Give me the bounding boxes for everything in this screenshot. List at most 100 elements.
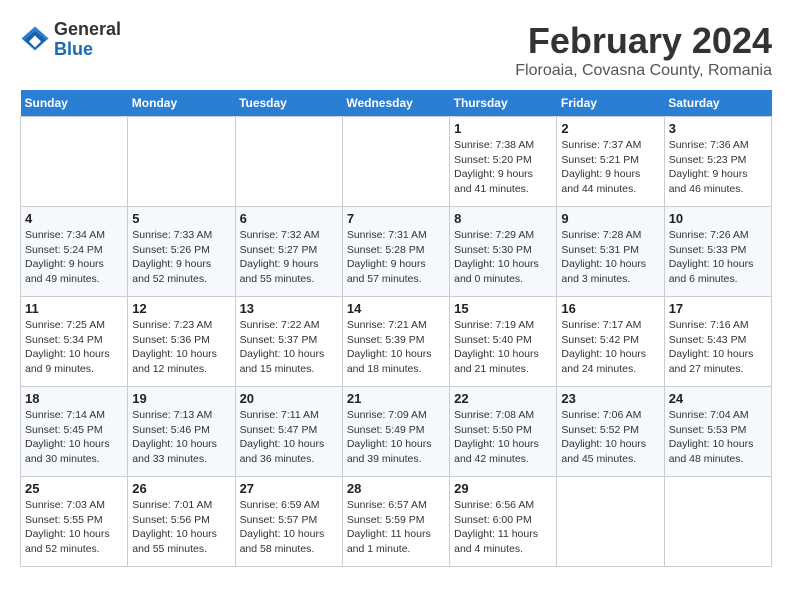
calendar-cell: 25 Sunrise: 7:03 AMSunset: 5:55 PMDayligh… xyxy=(21,477,128,567)
calendar-cell: 1 Sunrise: 7:38 AMSunset: 5:20 PMDaylight… xyxy=(450,117,557,207)
calendar-cell: 16 Sunrise: 7:17 AMSunset: 5:42 PMDayligh… xyxy=(557,297,664,387)
weekday-header-row: SundayMondayTuesdayWednesdayThursdayFrid… xyxy=(21,90,772,117)
calendar-cell: 7 Sunrise: 7:31 AMSunset: 5:28 PMDaylight… xyxy=(342,207,449,297)
weekday-header-sunday: Sunday xyxy=(21,90,128,117)
day-number: 17 xyxy=(669,301,767,316)
calendar-table: SundayMondayTuesdayWednesdayThursdayFrid… xyxy=(20,90,772,567)
day-number: 23 xyxy=(561,391,659,406)
location-title: Floroaia, Covasna County, Romania xyxy=(515,62,772,80)
day-info: Sunrise: 7:31 AMSunset: 5:28 PMDaylight:… xyxy=(347,228,445,287)
day-info: Sunrise: 7:01 AMSunset: 5:56 PMDaylight:… xyxy=(132,498,230,557)
calendar-cell xyxy=(235,117,342,207)
weekday-header-tuesday: Tuesday xyxy=(235,90,342,117)
calendar-cell xyxy=(128,117,235,207)
calendar-cell: 10 Sunrise: 7:26 AMSunset: 5:33 PMDayligh… xyxy=(664,207,771,297)
day-number: 3 xyxy=(669,121,767,136)
logo: General Blue xyxy=(20,20,121,60)
calendar-cell: 23 Sunrise: 7:06 AMSunset: 5:52 PMDayligh… xyxy=(557,387,664,477)
logo-icon xyxy=(20,25,50,55)
calendar-cell: 4 Sunrise: 7:34 AMSunset: 5:24 PMDaylight… xyxy=(21,207,128,297)
day-info: Sunrise: 7:32 AMSunset: 5:27 PMDaylight:… xyxy=(240,228,338,287)
calendar-week-row: 18Sunrise: 7:14 AMSunset: 5:45 PMDayligh… xyxy=(21,387,772,477)
day-info: Sunrise: 7:11 AMSunset: 5:47 PMDaylight:… xyxy=(240,408,338,467)
day-number: 22 xyxy=(454,391,552,406)
calendar-week-row: 25 Sunrise: 7:03 AMSunset: 5:55 PMDayligh… xyxy=(21,477,772,567)
day-number: 27 xyxy=(240,481,338,496)
day-number: 12 xyxy=(132,301,230,316)
calendar-cell: 29Sunrise: 6:56 AMSunset: 6:00 PMDayligh… xyxy=(450,477,557,567)
header: General Blue February 2024 Floroaia, Cov… xyxy=(20,20,772,80)
day-number: 1 xyxy=(454,121,552,136)
calendar-cell: 17 Sunrise: 7:16 AMSunset: 5:43 PMDayligh… xyxy=(664,297,771,387)
weekday-header-wednesday: Wednesday xyxy=(342,90,449,117)
day-info: Sunrise: 7:38 AMSunset: 5:20 PMDaylight:… xyxy=(454,138,552,197)
day-number: 11 xyxy=(25,301,123,316)
day-number: 24 xyxy=(669,391,767,406)
calendar-cell: 8Sunrise: 7:29 AMSunset: 5:30 PMDaylight… xyxy=(450,207,557,297)
day-info: Sunrise: 7:19 AMSunset: 5:40 PMDaylight:… xyxy=(454,318,552,377)
day-info: Sunrise: 7:37 AMSunset: 5:21 PMDaylight:… xyxy=(561,138,659,197)
logo-text: General Blue xyxy=(54,20,121,60)
day-number: 10 xyxy=(669,211,767,226)
day-info: Sunrise: 7:17 AMSunset: 5:42 PMDaylight:… xyxy=(561,318,659,377)
day-number: 26 xyxy=(132,481,230,496)
day-info: Sunrise: 7:34 AMSunset: 5:24 PMDaylight:… xyxy=(25,228,123,287)
weekday-header-friday: Friday xyxy=(557,90,664,117)
day-number: 7 xyxy=(347,211,445,226)
day-info: Sunrise: 7:16 AMSunset: 5:43 PMDaylight:… xyxy=(669,318,767,377)
calendar-cell: 12Sunrise: 7:23 AMSunset: 5:36 PMDayligh… xyxy=(128,297,235,387)
day-info: Sunrise: 7:13 AMSunset: 5:46 PMDaylight:… xyxy=(132,408,230,467)
day-info: Sunrise: 7:04 AMSunset: 5:53 PMDaylight:… xyxy=(669,408,767,467)
day-number: 25 xyxy=(25,481,123,496)
day-number: 4 xyxy=(25,211,123,226)
day-info: Sunrise: 7:28 AMSunset: 5:31 PMDaylight:… xyxy=(561,228,659,287)
day-number: 19 xyxy=(132,391,230,406)
day-info: Sunrise: 7:03 AMSunset: 5:55 PMDaylight:… xyxy=(25,498,123,557)
day-info: Sunrise: 7:08 AMSunset: 5:50 PMDaylight:… xyxy=(454,408,552,467)
day-info: Sunrise: 7:26 AMSunset: 5:33 PMDaylight:… xyxy=(669,228,767,287)
day-info: Sunrise: 7:33 AMSunset: 5:26 PMDaylight:… xyxy=(132,228,230,287)
logo-general-text: General xyxy=(54,20,121,40)
calendar-cell: 11 Sunrise: 7:25 AMSunset: 5:34 PMDayligh… xyxy=(21,297,128,387)
calendar-cell: 6 Sunrise: 7:32 AMSunset: 5:27 PMDaylight… xyxy=(235,207,342,297)
calendar-cell: 14 Sunrise: 7:21 AMSunset: 5:39 PMDayligh… xyxy=(342,297,449,387)
day-info: Sunrise: 7:06 AMSunset: 5:52 PMDaylight:… xyxy=(561,408,659,467)
day-number: 15 xyxy=(454,301,552,316)
calendar-cell: 5 Sunrise: 7:33 AMSunset: 5:26 PMDaylight… xyxy=(128,207,235,297)
day-info: Sunrise: 6:59 AMSunset: 5:57 PMDaylight:… xyxy=(240,498,338,557)
day-number: 6 xyxy=(240,211,338,226)
day-info: Sunrise: 7:21 AMSunset: 5:39 PMDaylight:… xyxy=(347,318,445,377)
calendar-cell xyxy=(342,117,449,207)
calendar-cell xyxy=(664,477,771,567)
day-number: 16 xyxy=(561,301,659,316)
calendar-cell: 28Sunrise: 6:57 AMSunset: 5:59 PMDayligh… xyxy=(342,477,449,567)
day-info: Sunrise: 7:22 AMSunset: 5:37 PMDaylight:… xyxy=(240,318,338,377)
day-number: 14 xyxy=(347,301,445,316)
calendar-cell: 15 Sunrise: 7:19 AMSunset: 5:40 PMDayligh… xyxy=(450,297,557,387)
title-area: February 2024 Floroaia, Covasna County, … xyxy=(515,20,772,80)
logo-blue-text: Blue xyxy=(54,40,121,60)
calendar-cell: 2Sunrise: 7:37 AMSunset: 5:21 PMDaylight… xyxy=(557,117,664,207)
day-number: 21 xyxy=(347,391,445,406)
calendar-cell: 20 Sunrise: 7:11 AMSunset: 5:47 PMDayligh… xyxy=(235,387,342,477)
day-info: Sunrise: 7:25 AMSunset: 5:34 PMDaylight:… xyxy=(25,318,123,377)
calendar-cell: 13 Sunrise: 7:22 AMSunset: 5:37 PMDayligh… xyxy=(235,297,342,387)
day-info: Sunrise: 6:56 AMSunset: 6:00 PMDaylight:… xyxy=(454,498,552,557)
calendar-week-row: 1 Sunrise: 7:38 AMSunset: 5:20 PMDaylight… xyxy=(21,117,772,207)
calendar-cell xyxy=(21,117,128,207)
weekday-header-thursday: Thursday xyxy=(450,90,557,117)
day-number: 9 xyxy=(561,211,659,226)
calendar-cell: 19 Sunrise: 7:13 AMSunset: 5:46 PMDayligh… xyxy=(128,387,235,477)
calendar-cell: 22 Sunrise: 7:08 AMSunset: 5:50 PMDayligh… xyxy=(450,387,557,477)
day-info: Sunrise: 7:29 AMSunset: 5:30 PMDaylight:… xyxy=(454,228,552,287)
day-number: 5 xyxy=(132,211,230,226)
day-info: Sunrise: 7:09 AMSunset: 5:49 PMDaylight:… xyxy=(347,408,445,467)
day-number: 20 xyxy=(240,391,338,406)
weekday-header-saturday: Saturday xyxy=(664,90,771,117)
day-number: 18 xyxy=(25,391,123,406)
calendar-cell: 27 Sunrise: 6:59 AMSunset: 5:57 PMDayligh… xyxy=(235,477,342,567)
day-number: 13 xyxy=(240,301,338,316)
day-info: Sunrise: 7:36 AMSunset: 5:23 PMDaylight:… xyxy=(669,138,767,197)
calendar-week-row: 4 Sunrise: 7:34 AMSunset: 5:24 PMDaylight… xyxy=(21,207,772,297)
calendar-cell: 21 Sunrise: 7:09 AMSunset: 5:49 PMDayligh… xyxy=(342,387,449,477)
